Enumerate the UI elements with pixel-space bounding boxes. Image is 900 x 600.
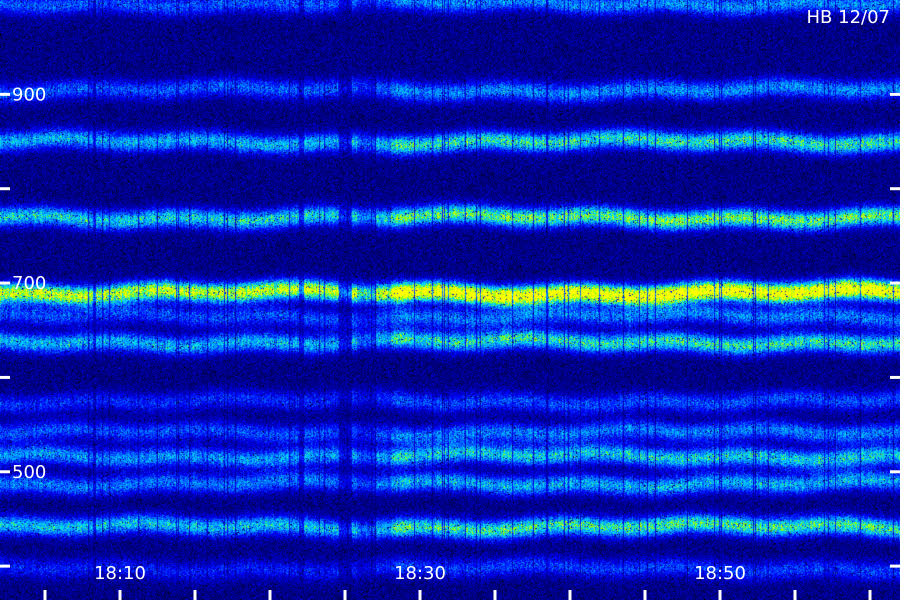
- x-tick-label: 18:30: [394, 563, 446, 584]
- y-axis: 900 700 500: [0, 84, 900, 568]
- x-tick-label: 18:10: [94, 563, 146, 584]
- spectrogram-chart: 900 700 500 18:10 18:30 18:50 HB 12/07: [0, 0, 900, 600]
- axis-overlay: 900 700 500 18:10 18:30 18:50 HB 12/07: [0, 7, 900, 600]
- x-tick-label: 18:50: [694, 563, 746, 584]
- y-tick-label: 500: [12, 462, 46, 483]
- y-tick-label: 700: [12, 273, 46, 294]
- chart-title: HB 12/07: [807, 7, 890, 28]
- x-axis: 18:10 18:30 18:50: [43, 563, 872, 600]
- y-tick-label: 900: [12, 84, 46, 105]
